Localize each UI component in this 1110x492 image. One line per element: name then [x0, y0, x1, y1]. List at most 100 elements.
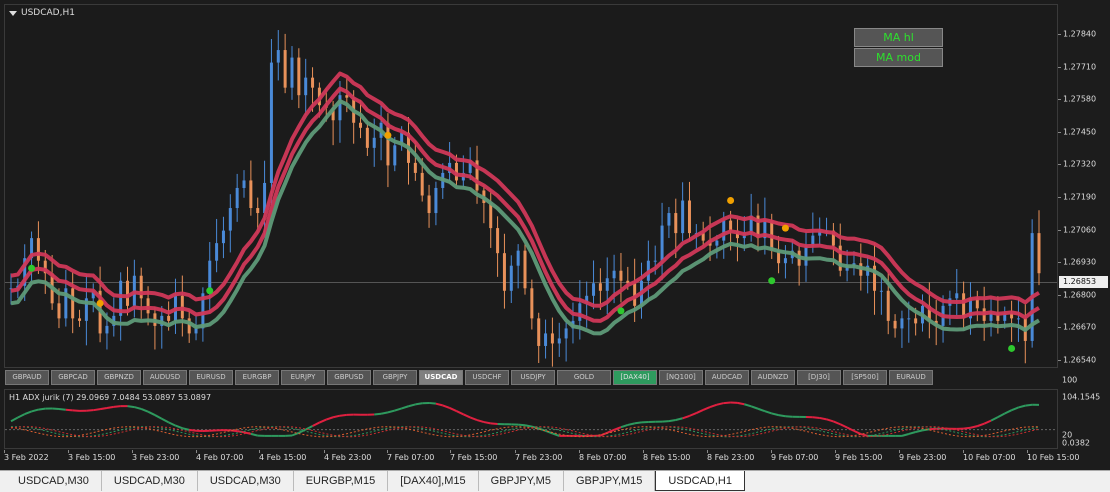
adx-line-segment	[833, 420, 841, 426]
ma-mod-button[interactable]: MA mod	[854, 48, 943, 67]
chart-tab[interactable]: USDCAD,M30	[6, 471, 102, 491]
price-tick	[1058, 262, 1061, 264]
symbol-button[interactable]: AUDNZD	[751, 370, 795, 385]
adx-line-segment	[908, 431, 916, 435]
price-label: 1.27710	[1063, 62, 1097, 72]
dropdown-triangle-icon[interactable]	[9, 10, 17, 16]
price-label: 1.27580	[1063, 94, 1097, 104]
adx-line-segment	[24, 410, 32, 416]
candle-body	[276, 50, 280, 63]
adx-line-segment	[757, 407, 766, 413]
ind-level-min: 0.0382	[1062, 438, 1090, 448]
adx-line-segment	[175, 424, 183, 430]
symbol-button[interactable]: EURUSD	[189, 370, 233, 385]
adx-line-segment	[915, 429, 923, 433]
symbol-button[interactable]: GBPCAD	[51, 370, 95, 385]
candle-body	[722, 220, 726, 241]
adx-line-segment	[374, 412, 382, 416]
adx-line-segment	[744, 403, 752, 408]
adx-line-segment	[38, 407, 46, 411]
price-chart[interactable]: USDCAD,H1 MA hl MA mod	[4, 4, 1058, 368]
symbol-button[interactable]: USDCAD	[419, 370, 463, 385]
candle-body	[269, 62, 273, 183]
price-tick	[1058, 34, 1061, 35]
adx-line-segment	[325, 416, 334, 421]
candle-body	[57, 303, 61, 319]
symbol-button[interactable]: EURGBP	[235, 370, 279, 385]
adx-line-segment	[435, 402, 444, 407]
symbol-button[interactable]: USDCHF	[465, 370, 509, 385]
adx-line-segment	[189, 428, 197, 432]
symbol-button[interactable]: GBPUSD	[327, 370, 371, 385]
time-label: 10 Feb 15:00	[1027, 453, 1080, 462]
symbol-button[interactable]: EURAUD	[889, 370, 933, 385]
candle-body	[509, 265, 513, 291]
candle-body	[304, 77, 308, 96]
candle-body	[359, 122, 363, 128]
chart-tab[interactable]: EURGBP,M15	[294, 471, 389, 491]
adx-line-segment	[983, 419, 992, 425]
candle-body	[592, 283, 596, 296]
candle-body	[879, 290, 883, 292]
symbol-button[interactable]: GBPNZD	[97, 370, 141, 385]
adx-line-segment	[106, 405, 114, 409]
candle-body	[496, 228, 500, 254]
price-label: 1.27060	[1063, 225, 1097, 235]
adx-line-segment	[750, 405, 759, 410]
candle-body	[36, 238, 40, 261]
price-label: 1.27190	[1063, 192, 1097, 202]
symbol-button[interactable]: AUDCAD	[705, 370, 749, 385]
adx-line-segment	[812, 416, 820, 419]
adx-line-segment	[394, 407, 402, 412]
price-label: 1.26540	[1063, 355, 1097, 365]
adx-line-segment	[147, 410, 156, 416]
price-tick	[1058, 229, 1061, 231]
candle-body	[557, 338, 561, 344]
chart-tab[interactable]: USDCAD,M30	[198, 471, 294, 491]
time-label: 3 Feb 15:00	[68, 453, 116, 462]
price-axis: 1.27840 1.27710 1.27580 1.27450 1.27320 1.271…	[1058, 4, 1110, 368]
time-label: 10 Feb 07:00	[963, 453, 1016, 462]
adx-line-segment	[161, 417, 170, 424]
adx-line-segment	[1018, 404, 1026, 409]
adx-line-segment	[86, 409, 94, 412]
adx-indicator-window[interactable]: H1 ADX jurik (7) 29.0969 7.0484 53.0897 …	[4, 389, 1058, 449]
adx-line-segment	[853, 429, 862, 435]
chart-tab[interactable]: [DAX40],M15	[388, 471, 479, 491]
chart-tab[interactable]: GBPJPY,M15	[564, 471, 656, 491]
adx-line-segment	[127, 405, 135, 409]
adx-line-segment	[408, 403, 416, 408]
symbol-button[interactable]: [DAX40]	[613, 370, 657, 385]
candle-body	[715, 240, 719, 246]
price-tick	[1058, 360, 1061, 361]
price-label: 1.26800	[1063, 290, 1097, 300]
symbol-button[interactable]: USDJPY	[511, 370, 555, 385]
ma-hl-button[interactable]: MA hl	[854, 28, 943, 47]
chart-tab[interactable]: USDCAD,M30	[102, 471, 198, 491]
symbol-button[interactable]: [NQ100]	[659, 370, 703, 385]
symbol-button[interactable]: GBPJPY	[373, 370, 417, 385]
candle-body	[516, 250, 520, 266]
adx-line-segment	[442, 404, 450, 409]
adx-line-segment	[154, 414, 163, 420]
candle-body	[126, 280, 130, 306]
symbol-button[interactable]: [DJ30]	[797, 370, 841, 385]
chart-title: USDCAD,H1	[9, 8, 75, 18]
candle-body	[105, 325, 109, 334]
adx-line-segment	[990, 416, 999, 422]
symbol-button[interactable]: GBPAUD	[5, 370, 49, 385]
chart-tab[interactable]: USDCAD,H1	[655, 471, 745, 491]
time-label: 7 Feb 15:00	[450, 453, 498, 462]
adx-line-segment	[695, 409, 704, 414]
adx-line-segment	[970, 425, 978, 429]
symbol-button[interactable]: GOLD	[557, 370, 611, 385]
price-label: 1.27450	[1063, 127, 1097, 137]
symbol-button[interactable]: EURJPY	[281, 370, 325, 385]
symbol-button[interactable]: [SP500]	[843, 370, 887, 385]
adx-line-segment	[963, 426, 971, 430]
candles	[9, 30, 1041, 367]
candle-body	[420, 172, 424, 196]
chart-tab-bar: USDCAD,M30 USDCAD,M30 USDCAD,M30 EURGBP,M15…	[0, 470, 1110, 492]
symbol-button[interactable]: AUDUSD	[143, 370, 187, 385]
chart-tab[interactable]: GBPJPY,M5	[479, 471, 564, 491]
